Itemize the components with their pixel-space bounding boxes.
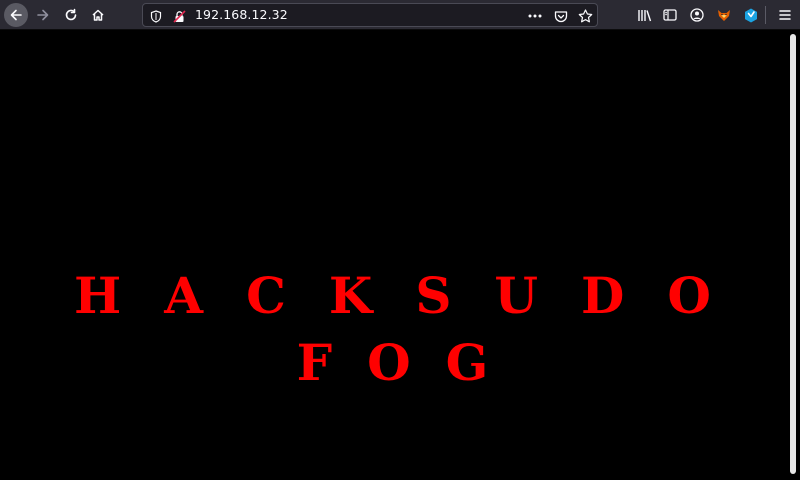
home-icon [91,8,105,22]
sidebar-button[interactable] [658,3,682,27]
title-line-fog: FOG [296,333,524,392]
extension-fox-button[interactable] [712,3,736,27]
extension-cube-icon [744,8,758,23]
toolbar-separator [765,6,766,24]
library-button[interactable] [632,3,656,27]
forward-button[interactable] [31,3,55,27]
back-button[interactable] [4,3,28,27]
page-viewport [0,30,785,480]
address-bar[interactable]: 192.168.12.32 [142,3,598,27]
insecure-lock-icon[interactable] [171,8,187,24]
account-icon [690,8,704,22]
menu-button[interactable] [773,3,797,27]
browser-toolbar: 192.168.12.32 [0,0,800,30]
bookmark-star-icon[interactable] [577,8,593,24]
scrollbar-thumb[interactable] [790,34,796,474]
extension-cube-button[interactable] [739,3,763,27]
home-button[interactable] [86,3,110,27]
page-actions-icon[interactable] [527,8,543,24]
url-text: 192.168.12.32 [195,7,288,22]
title-line-hacksudo: HACKSUDO [74,266,754,325]
tracking-shield-icon[interactable] [148,8,164,24]
library-icon [637,9,652,22]
back-arrow-icon [9,8,23,22]
forward-arrow-icon [36,8,50,22]
reload-button[interactable] [59,3,83,27]
account-button[interactable] [685,3,709,27]
sidebar-icon [663,9,677,21]
hamburger-menu-icon [778,9,792,21]
reload-icon [64,8,78,22]
pocket-icon[interactable] [553,8,569,24]
extension-fox-icon [716,8,732,22]
vertical-scrollbar[interactable] [785,30,800,480]
